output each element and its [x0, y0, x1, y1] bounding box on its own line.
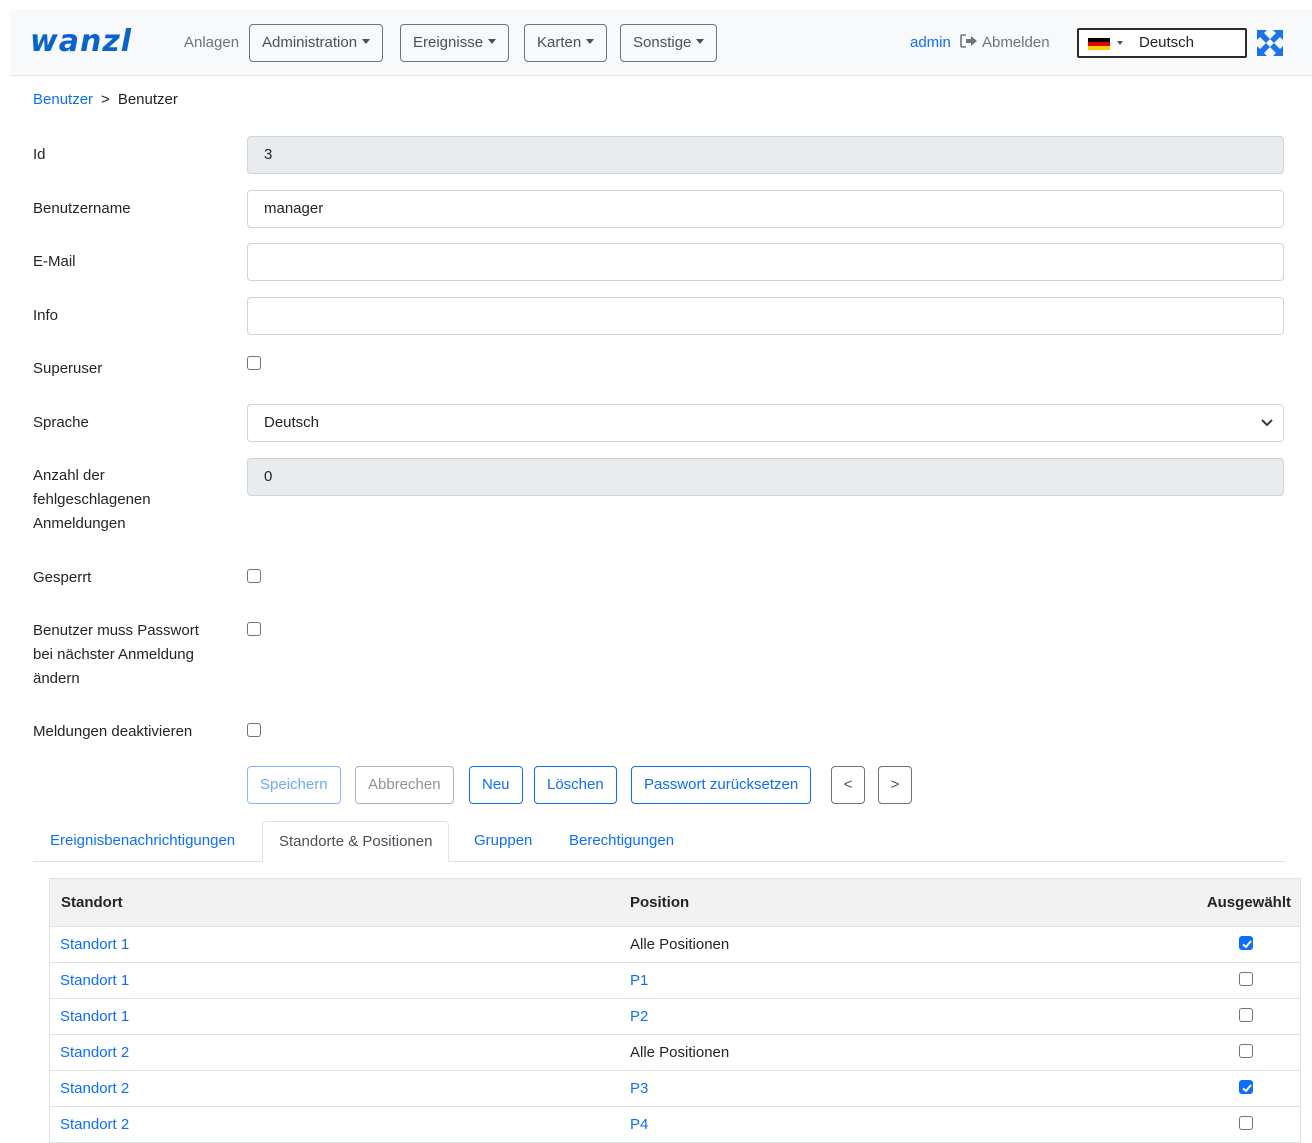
position-link[interactable]: P1 [630, 972, 648, 989]
reset-password-button[interactable]: Passwort zurücksetzen [631, 766, 812, 804]
failed-logins-label: Anzahl der fehlgeschlagenen Anmeldungen [33, 467, 151, 532]
previous-record-button[interactable]: < [831, 766, 865, 804]
breadcrumb-separator: > [101, 91, 110, 108]
username-label: Benutzername [33, 200, 131, 217]
logout-link[interactable]: Abmelden [960, 34, 1050, 51]
menu-events[interactable]: Ereignisse [400, 24, 510, 62]
selected-checkbox[interactable] [1239, 972, 1253, 986]
position-text: Alle Positionen [630, 1044, 730, 1061]
wanzl-logo[interactable]: wanzl [30, 26, 132, 58]
german-flag-icon [1088, 38, 1110, 50]
tab-locations-positions[interactable]: Standorte & Positionen [262, 821, 450, 862]
locations-table: Standort Position Ausgewählt Standort 1 … [49, 878, 1301, 1143]
selected-checkbox[interactable] [1239, 936, 1253, 950]
position-link[interactable]: P2 [630, 1008, 648, 1025]
location-link[interactable]: Standort 2 [60, 1044, 129, 1061]
checkmark-icon [1242, 940, 1252, 949]
location-link[interactable]: Standort 1 [60, 1008, 129, 1025]
menu-label: Sonstige [633, 34, 692, 51]
must-change-password-label: Benutzer muss Passwort bei nächster Anme… [33, 622, 199, 687]
language-selector-value: Deutsch [1139, 34, 1195, 51]
table-row: Standort 1 P2 [50, 999, 1300, 1035]
id-field: 3 [247, 136, 1284, 174]
caret-down-icon [1117, 41, 1123, 45]
header-selected: Ausgewählt [1206, 894, 1291, 911]
menu-administration[interactable]: Administration [249, 24, 384, 62]
location-link[interactable]: Standort 1 [60, 936, 129, 953]
username-input[interactable]: manager [247, 190, 1284, 228]
info-input[interactable] [247, 297, 1284, 335]
expand-arrows-icon[interactable] [1255, 28, 1285, 58]
next-record-button[interactable]: > [878, 766, 912, 804]
language-selector[interactable]: Deutsch [1077, 28, 1247, 58]
table-row: Standort 1 Alle Positionen [50, 927, 1300, 963]
email-input[interactable] [247, 243, 1284, 281]
table-row: Standort 2 P4 [50, 1107, 1300, 1143]
header-location: Standort [61, 894, 123, 911]
menu-maps[interactable]: Karten [524, 24, 608, 62]
location-link[interactable]: Standort 1 [60, 972, 129, 989]
logout-label: Abmelden [982, 34, 1050, 51]
id-label: Id [33, 146, 46, 163]
language-select-value: Deutsch [264, 414, 320, 431]
caret-down-icon [586, 39, 595, 44]
info-label: Info [33, 307, 59, 324]
language-select[interactable]: Deutsch [247, 404, 1284, 442]
email-label: E-Mail [33, 253, 76, 270]
disable-messages-label: Meldungen deaktivieren [33, 723, 193, 740]
current-user-link[interactable]: admin [910, 34, 951, 51]
header-position: Position [630, 894, 690, 911]
location-link[interactable]: Standort 2 [60, 1080, 129, 1097]
tab-groups[interactable]: Gruppen [458, 821, 548, 862]
table-row: Standort 2 P3 [50, 1071, 1300, 1107]
save-button[interactable]: Speichern [247, 766, 341, 804]
locked-label: Gesperrt [33, 569, 92, 586]
menu-misc[interactable]: Sonstige [620, 24, 718, 62]
superuser-checkbox[interactable] [247, 356, 261, 370]
checkmark-icon [1242, 1084, 1252, 1093]
selected-checkbox[interactable] [1239, 1008, 1253, 1022]
table-row: Standort 1 P1 [50, 963, 1300, 999]
location-link[interactable]: Standort 2 [60, 1116, 129, 1133]
cancel-button[interactable]: Abbrechen [355, 766, 454, 804]
tab-event-notifications[interactable]: Ereignisbenachrichtigungen [34, 821, 251, 862]
delete-button[interactable]: Löschen [534, 766, 617, 804]
locked-checkbox[interactable] [247, 569, 261, 583]
breadcrumb-current: Benutzer [117, 91, 178, 108]
tab-permissions[interactable]: Berechtigungen [553, 821, 690, 862]
top-navbar: wanzl Anlagen Administration Ereignisse … [10, 9, 1312, 76]
nav-link-plants[interactable]: Anlagen [184, 34, 239, 51]
breadcrumb-parent-link[interactable]: Benutzer [33, 91, 93, 108]
selected-checkbox[interactable] [1239, 1044, 1253, 1058]
menu-label: Karten [537, 34, 582, 51]
menu-label: Ereignisse [413, 34, 484, 51]
superuser-label: Superuser [33, 360, 103, 377]
position-text: Alle Positionen [630, 936, 730, 953]
failed-logins-field: 0 [247, 458, 1284, 496]
caret-down-icon [488, 39, 497, 44]
breadcrumb: Benutzer > Benutzer [33, 91, 178, 108]
caret-down-icon [696, 39, 705, 44]
table-header: Standort Position Ausgewählt [50, 879, 1300, 927]
position-link[interactable]: P4 [630, 1116, 648, 1133]
new-button[interactable]: Neu [469, 766, 523, 804]
table-row: Standort 2 Alle Positionen [50, 1035, 1300, 1071]
selected-checkbox[interactable] [1239, 1116, 1253, 1130]
disable-messages-checkbox[interactable] [247, 723, 261, 737]
caret-down-icon [362, 39, 371, 44]
selected-checkbox[interactable] [1239, 1080, 1253, 1094]
chevron-down-icon [1261, 419, 1273, 427]
language-label: Sprache [33, 414, 89, 431]
position-link[interactable]: P3 [630, 1080, 648, 1097]
must-change-password-checkbox[interactable] [247, 622, 261, 636]
sign-out-icon [960, 34, 977, 48]
menu-label: Administration [262, 34, 358, 51]
